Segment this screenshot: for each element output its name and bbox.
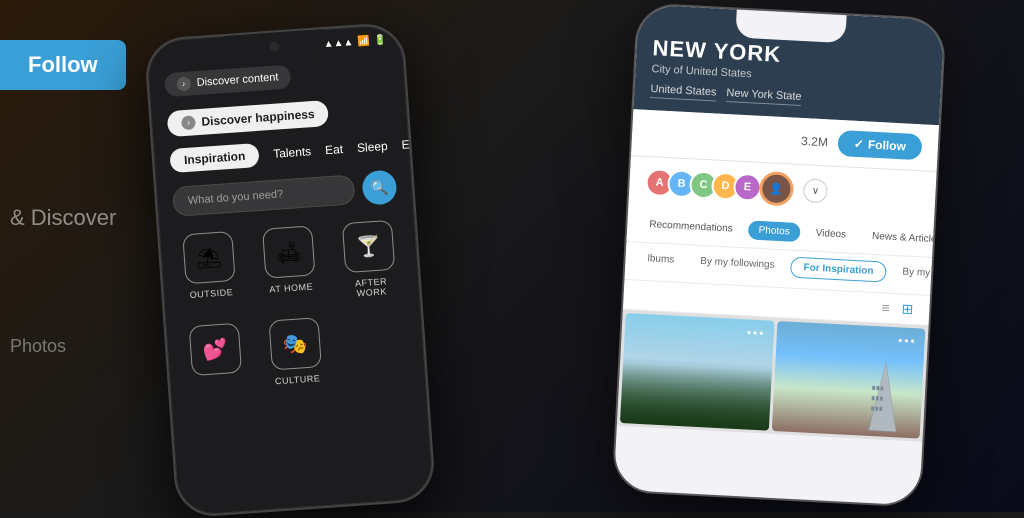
battery-icon: 🔋 [373,35,386,47]
culture-icon: 🎭 [268,317,321,370]
location-tag-ny[interactable]: New York State [726,87,802,106]
tab-recommendations[interactable]: Recommendations [639,215,743,239]
grid-view-btn[interactable]: ⊞ [901,301,914,319]
follow-label: Follow [868,138,907,154]
tab-friends[interactable]: By my friend [892,262,932,287]
phone-right: NEW YORK City of United States United St… [611,2,946,508]
discover-header: ♪ Discover content [164,58,389,98]
photo-1[interactable]: ••• [620,313,774,431]
icon-at-home[interactable]: 🛋 AT HOME [255,225,324,305]
culture-label: CULTURE [275,373,321,386]
tab-news[interactable]: News & Articles [862,226,934,250]
icon-after-work[interactable]: 🍸 AFTER WORK [335,219,404,299]
list-view-btn[interactable]: ≡ [881,299,890,316]
at-home-label: AT HOME [269,281,313,294]
location-tag-us[interactable]: United States [650,83,717,101]
search-row: What do you need? 🔍 [172,169,398,219]
tab-followings[interactable]: By my followings [690,251,785,277]
tab-videos[interactable]: Videos [805,223,856,245]
photo-2[interactable]: ••• [771,321,925,439]
avatar-main: 👤 [759,171,795,207]
location-tags: United States New York State [650,83,924,112]
icons-grid: ⛱ OUTSIDE 🛋 AT HOME 🍸 AFTER WORK 💕 🎭 CUL… [175,219,409,392]
discover-content-pill[interactable]: ♪ Discover content [164,65,291,98]
background-follow-button[interactable]: Follow [0,40,126,90]
tag-talents[interactable]: Talents [273,144,312,161]
photo-1-trees [620,363,771,431]
icon-outside[interactable]: ⛱ OUTSIDE [175,230,244,310]
discover-happiness-pill[interactable]: ♪ Discover happiness [167,100,330,137]
tag-inspiration[interactable]: Inspiration [169,143,260,173]
discover-happiness-label: Discover happiness [201,107,315,129]
tag-eat[interactable]: Eat [325,142,344,157]
hearts-icon: 💕 [189,323,242,376]
phone-left: ▲▲▲ 📶 🔋 ♪ Discover content ♪ Discover ha… [144,22,437,518]
tab-inspiration[interactable]: For Inspiration [790,257,887,283]
outside-label: OUTSIDE [189,287,233,300]
discover-content-label: Discover content [196,71,279,89]
background-photos-text: Photos [10,336,66,357]
flatiron-svg [855,355,914,438]
left-phone-content: ♪ Discover content ♪ Discover happiness … [147,49,426,402]
after-work-label: AFTER WORK [339,275,404,299]
notch-right [735,9,846,43]
tab-photos[interactable]: Photos [748,220,800,242]
after-work-icon: 🍸 [342,220,395,273]
followers-count: 3.2M [801,134,828,149]
discover-happiness-row: ♪ Discover happiness [167,96,392,138]
tags-row: Inspiration Talents Eat Sleep Events [169,134,394,174]
icon-hearts[interactable]: 💕 [182,322,250,392]
tag-sleep[interactable]: Sleep [357,139,389,155]
camera-left [269,41,280,52]
photos-grid: ••• ••• [617,310,929,442]
photo-1-dots: ••• [746,325,765,340]
outside-icon: ⛱ [182,231,235,284]
music-icon-2: ♪ [181,115,196,130]
search-button[interactable]: 🔍 [361,169,397,205]
icon-culture[interactable]: 🎭 CULTURE [261,317,329,387]
follow-button-right[interactable]: ✓ Follow [837,130,922,160]
checkmark-icon: ✓ [853,137,864,152]
music-icon: ♪ [176,76,191,91]
photo-2-dots: ••• [898,333,917,348]
avatar-5: E [733,173,762,202]
wifi-icon: 📶 [357,36,370,48]
tab-albums[interactable]: lbums [637,249,685,272]
search-input[interactable]: What do you need? [172,174,356,217]
signal-icon: ▲▲▲ [323,37,353,50]
dropdown-button[interactable]: ∨ [803,178,828,203]
background-discover-text: & Discover [0,205,116,231]
at-home-icon: 🛋 [262,225,315,278]
